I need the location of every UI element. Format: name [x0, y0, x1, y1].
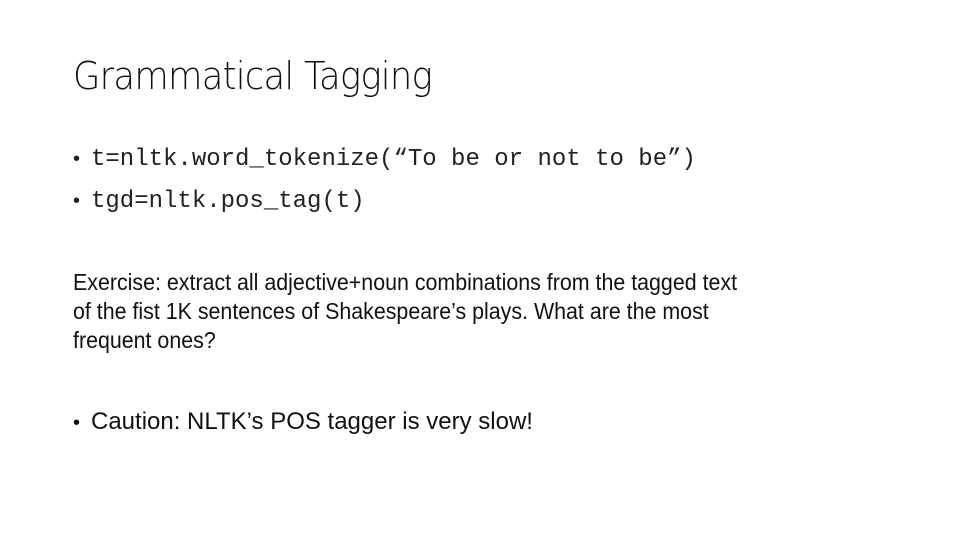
bullet-icon: • [73, 412, 81, 434]
caution-text: Caution: NLTK’s POS tagger is very slow! [91, 408, 533, 435]
slide-title: Grammatical Tagging [73, 54, 433, 98]
code-bullet-pos-tag: • tgd=nltk.pos_tag(t) [73, 188, 365, 215]
exercise-line: of the fist 1K sentences of Shakespeare’… [73, 298, 709, 324]
exercise-line: frequent ones? [73, 327, 216, 353]
bullet-icon: • [73, 148, 81, 170]
exercise-paragraph: Exercise: extract all adjective+noun com… [73, 268, 845, 355]
exercise-line: Exercise: extract all adjective+noun com… [73, 269, 738, 295]
code-bullet-tokenize: • t=nltk.word_tokenize(“To be or not to b… [73, 146, 696, 173]
caution-bullet: • Caution: NLTK’s POS tagger is very slow… [73, 408, 533, 436]
code-text: t=nltk.word_tokenize(“To be or not to be… [91, 146, 696, 173]
bullet-icon: • [73, 190, 81, 212]
code-text: tgd=nltk.pos_tag(t) [91, 188, 365, 215]
